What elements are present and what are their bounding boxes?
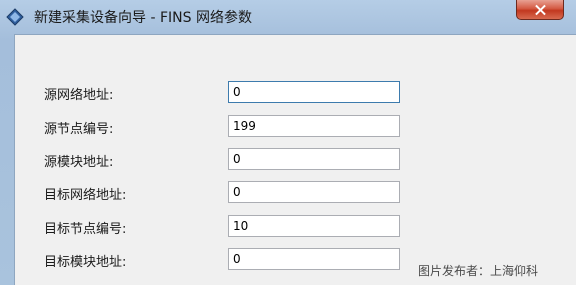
source-module-address-input[interactable] [228, 148, 400, 170]
target-module-address-label: 目标模块地址: [44, 255, 127, 270]
source-network-address-input[interactable] [228, 81, 400, 103]
source-module-address-label: 源模块地址: [44, 155, 114, 170]
wizard-window: 新建采集设备向导 - FINS 网络参数 源网络地址: 源节点编号: 源模块地址… [0, 0, 576, 285]
app-icon [6, 8, 24, 26]
source-network-address-label: 源网络地址: [44, 88, 114, 103]
target-node-number-label: 目标节点编号: [44, 222, 127, 237]
target-network-address-label: 目标网络地址: [44, 188, 127, 203]
source-node-number-input[interactable] [228, 115, 400, 137]
title-bar[interactable]: 新建采集设备向导 - FINS 网络参数 [0, 0, 576, 34]
target-node-number-input[interactable] [228, 215, 400, 237]
close-button[interactable] [516, 0, 564, 20]
window-title: 新建采集设备向导 - FINS 网络参数 [34, 10, 252, 26]
source-node-number-label: 源节点编号: [44, 122, 114, 137]
target-network-address-input[interactable] [228, 181, 400, 203]
publisher-watermark: 图片发布者：上海仰科 [418, 264, 539, 278]
target-module-address-input[interactable] [228, 248, 400, 270]
